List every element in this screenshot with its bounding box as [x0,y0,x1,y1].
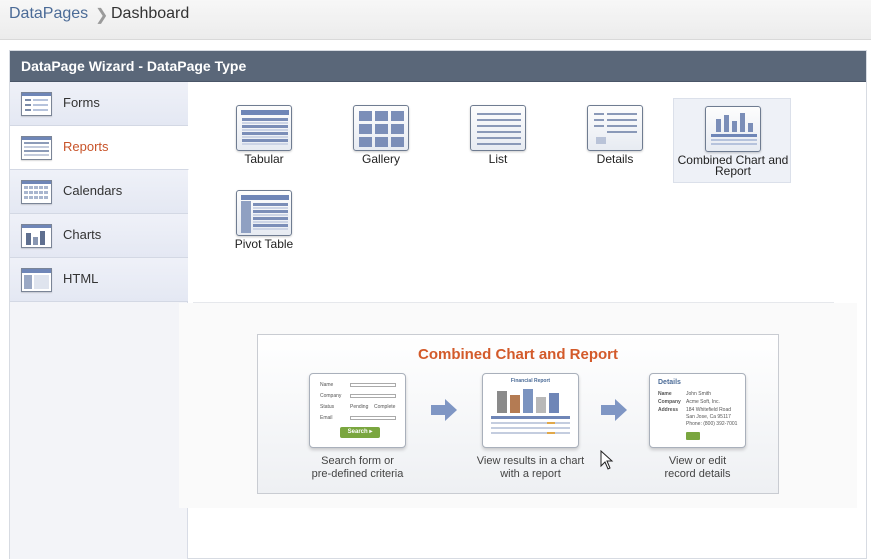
wizard-title: DataPage Wizard - DataPage Type [21,58,247,74]
pivot-table-icon [236,190,292,236]
sidebar-item-forms[interactable]: Forms [10,82,188,126]
chart-report-card: Financial Report [482,373,579,448]
mini-option-label: Pending [350,404,369,410]
type-tile-label: Pivot Table [234,237,294,251]
type-tile-combined-chart-report[interactable]: Combined Chart and Report [673,98,791,183]
list-icon [470,105,526,151]
caption-line: pre-defined criteria [311,468,404,480]
wizard-header: DataPage Wizard - DataPage Type [10,51,866,82]
forms-icon [21,92,52,116]
gallery-icon [353,105,409,151]
type-preview-illustration: Combined Chart and Report Name Company S… [257,334,779,494]
mini-details-heading: Details [658,379,681,386]
mini-field-label: Address [658,407,679,413]
sidebar-item-label: HTML [63,271,99,286]
breadcrumb-current: Dashboard [111,5,190,22]
breadcrumb-root-link[interactable]: DataPages [9,5,88,23]
combined-chart-report-icon [705,106,761,152]
type-tile-gallery[interactable]: Gallery [322,98,440,183]
type-tile-label: Combined Chart and Report [677,153,789,178]
section-divider [193,302,834,303]
type-tile-list[interactable]: List [439,98,557,183]
step-caption: Search form or pre-defined criteria [284,455,431,481]
mini-edit-button [686,432,700,440]
mini-search-button: Search ▸ [340,427,380,438]
mini-input [350,416,396,420]
charts-icon [21,224,52,248]
mini-field-label: Status [320,404,335,410]
mini-input [350,383,396,387]
mini-option-label: Complete [374,404,396,410]
details-icon [587,105,643,151]
category-sidebar: Forms Reports Calendars Charts HTML [10,82,189,559]
step-caption: View or edit record details [624,455,771,481]
calendars-icon [21,180,52,204]
type-tile-label: List [488,152,508,166]
mini-input [350,394,396,398]
mini-bar-chart [491,389,570,434]
mini-field-label: Name [658,391,672,397]
type-tile-label: Tabular [244,152,284,166]
caption-line: View results in a chart [476,455,585,467]
sidebar-item-label: Reports [63,139,109,154]
sidebar-item-label: Forms [63,95,100,110]
sidebar-item-label: Calendars [63,183,123,198]
mini-field-label: Name [320,382,334,388]
mini-field-label: Company [658,399,681,405]
type-tile-details[interactable]: Details [556,98,674,183]
mini-field-label: Company [320,393,342,399]
breadcrumb-bar: DataPages ❯ Dashboard [0,0,871,40]
caption-line: with a report [500,468,561,480]
mini-field-label: Email [320,415,333,421]
type-tile-label: Details [596,152,634,166]
sidebar-item-label: Charts [63,227,102,242]
mini-field-value: San Jose, Ca 95117 [686,414,731,420]
mini-report-heading: Financial Report [510,378,551,384]
preview-title: Combined Chart and Report [417,346,618,363]
mini-field-value: 184 Whitefield Road [686,407,732,413]
mini-field-value: Phone: (800) 392-7001 [686,421,738,427]
caption-line: record details [664,468,731,480]
sidebar-item-calendars[interactable]: Calendars [10,170,188,214]
reports-icon [21,136,52,160]
type-tile-tabular[interactable]: Tabular [205,98,323,183]
mouse-cursor-icon [600,450,614,470]
record-details-card: Details Name John Smith Company Acme Sof… [649,373,746,448]
step-caption: View results in a chart with a report [453,455,608,481]
arrow-right-icon [601,399,627,421]
breadcrumb-separator-icon: ❯ [95,7,109,24]
caption-line: View or edit [668,455,727,467]
search-form-card: Name Company Status Pending Complete Ema… [309,373,406,448]
tabular-icon [236,105,292,151]
sidebar-item-html[interactable]: HTML [10,258,188,302]
mini-field-value: Acme Soft, Inc. [686,399,720,405]
sidebar-item-charts[interactable]: Charts [10,214,188,258]
html-icon [21,268,52,292]
arrow-right-icon [431,399,457,421]
caption-line: Search form or [321,455,394,467]
mini-field-value: John Smith [686,391,712,397]
sidebar-item-reports[interactable]: Reports [10,126,189,170]
type-tile-pivot-table[interactable]: Pivot Table [205,183,323,268]
type-tile-label: Gallery [361,152,400,166]
